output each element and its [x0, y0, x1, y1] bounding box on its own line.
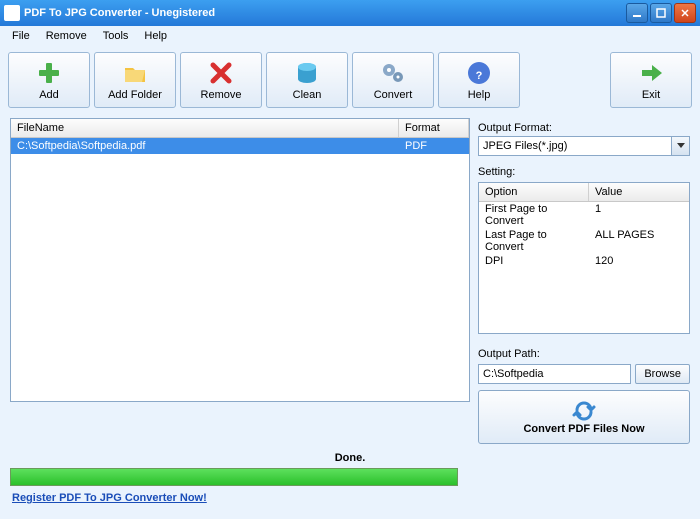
convert-button[interactable]: Convert — [352, 52, 434, 108]
settings-row[interactable]: DPI120 — [479, 254, 689, 268]
minimize-button[interactable] — [626, 3, 648, 23]
close-button[interactable] — [674, 3, 696, 23]
menu-bar: File Remove Tools Help — [0, 26, 700, 46]
col-option[interactable]: Option — [479, 183, 589, 201]
clean-button[interactable]: Clean — [266, 52, 348, 108]
exit-label: Exit — [642, 89, 660, 101]
output-format-label: Output Format: — [478, 122, 690, 134]
settings-label: Setting: — [478, 166, 690, 178]
remove-label: Remove — [201, 89, 242, 101]
toolbar: Add Add Folder Remove Clean Convert ? He… — [0, 46, 700, 114]
convert-label: Convert — [374, 89, 413, 101]
settings-header: Option Value — [479, 183, 689, 202]
output-format-dropdown[interactable] — [478, 136, 690, 156]
gears-icon — [379, 59, 407, 87]
exit-button[interactable]: Exit — [610, 52, 692, 108]
app-icon — [4, 5, 20, 21]
browse-button[interactable]: Browse — [635, 364, 690, 384]
file-table-header: FileName Format — [11, 119, 469, 138]
title-bar: PDF To JPG Converter - Unegistered — [0, 0, 700, 26]
remove-button[interactable]: Remove — [180, 52, 262, 108]
menu-file[interactable]: File — [4, 28, 38, 44]
menu-remove[interactable]: Remove — [38, 28, 95, 44]
col-filename[interactable]: FileName — [11, 119, 399, 137]
convert-now-label: Convert PDF Files Now — [523, 423, 644, 435]
svg-text:?: ? — [476, 70, 483, 82]
refresh-icon — [571, 399, 597, 421]
settings-table[interactable]: Option Value First Page to Convert1 Last… — [478, 182, 690, 334]
menu-help[interactable]: Help — [136, 28, 175, 44]
arrow-right-icon — [637, 59, 665, 87]
menu-tools[interactable]: Tools — [95, 28, 137, 44]
col-format[interactable]: Format — [399, 119, 469, 137]
status-text: Done. — [10, 450, 690, 466]
register-link[interactable]: Register PDF To JPG Converter Now! — [12, 492, 207, 504]
output-path-input[interactable] — [478, 364, 631, 384]
chevron-down-icon[interactable] — [672, 136, 690, 156]
settings-row[interactable]: First Page to Convert1 — [479, 202, 689, 228]
cell-filename: C:\Softpedia\Softpedia.pdf — [11, 138, 399, 154]
col-value[interactable]: Value — [589, 183, 689, 201]
x-icon — [207, 59, 235, 87]
help-label: Help — [468, 89, 491, 101]
add-folder-label: Add Folder — [108, 89, 162, 101]
add-label: Add — [39, 89, 59, 101]
output-path-label: Output Path: — [478, 348, 690, 360]
clean-label: Clean — [293, 89, 322, 101]
add-folder-button[interactable]: Add Folder — [94, 52, 176, 108]
database-icon — [293, 59, 321, 87]
convert-now-button[interactable]: Convert PDF Files Now — [478, 390, 690, 444]
help-icon: ? — [465, 59, 493, 87]
table-row[interactable]: C:\Softpedia\Softpedia.pdf PDF — [11, 138, 469, 154]
settings-row[interactable]: Last Page to ConvertALL PAGES — [479, 228, 689, 254]
maximize-button[interactable] — [650, 3, 672, 23]
file-table[interactable]: FileName Format C:\Softpedia\Softpedia.p… — [10, 118, 470, 402]
window-title: PDF To JPG Converter - Unegistered — [24, 7, 624, 19]
progress-bar — [10, 468, 458, 486]
plus-icon — [35, 59, 63, 87]
cell-format: PDF — [399, 138, 469, 154]
output-format-value[interactable] — [478, 136, 672, 156]
add-button[interactable]: Add — [8, 52, 90, 108]
folder-icon — [121, 59, 149, 87]
help-button[interactable]: ? Help — [438, 52, 520, 108]
